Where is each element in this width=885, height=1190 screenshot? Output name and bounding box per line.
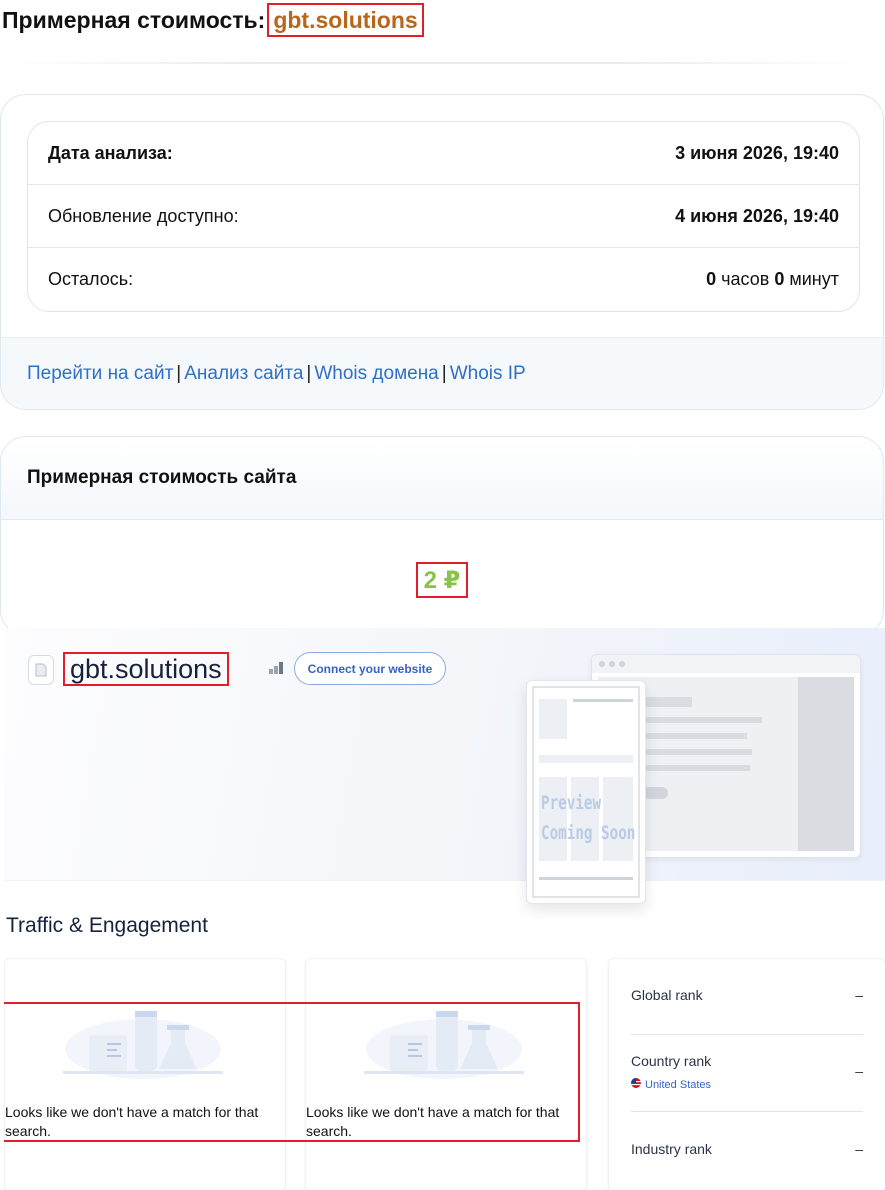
header-divider [0, 62, 870, 64]
analysis-table: Дата анализа: 3 июня 2026, 19:40 Обновле… [27, 121, 860, 312]
country-rank-row: Country rank – [631, 1053, 863, 1079]
country-selector[interactable]: United States [631, 1078, 711, 1091]
global-rank-row: Global rank – [631, 987, 863, 1003]
country-rank-value: – [855, 1063, 863, 1079]
us-flag-icon [631, 1078, 641, 1091]
remaining-minutes: 0 [774, 269, 785, 289]
industry-rank-label: Industry rank [631, 1141, 712, 1157]
whois-ip-link[interactable]: Whois IP [450, 363, 526, 384]
embed-site-name: gbt.solutions [63, 652, 229, 686]
remaining-label: Осталось: [48, 269, 134, 289]
industry-rank-row: Industry rank – [631, 1141, 863, 1157]
remaining-hours-unit: часов [721, 269, 770, 289]
rank-divider [631, 1034, 863, 1035]
country-rank-label: Country rank [631, 1053, 712, 1069]
estimate-card: Примерная стоимость сайта 2 ₽ [0, 436, 884, 636]
site-links: Перейти на сайт | Анализ сайта | Whois домен… [27, 363, 526, 385]
remaining-hours: 0 [706, 269, 717, 289]
country-name: United States [645, 1078, 712, 1091]
connect-website-button[interactable]: Connect your website [294, 652, 446, 685]
analysis-card: Дата анализа: 3 июня 2026, 19:40 Обновле… [0, 94, 884, 410]
global-rank-value: – [855, 987, 863, 1003]
estimate-value: 2 ₽ [416, 562, 468, 598]
preview-coming-soon: Preview Coming Soon [541, 788, 635, 848]
whois-domain-link[interactable]: Whois домена [314, 363, 438, 384]
analysis-date-value: 3 июня 2026, 19:40 [675, 142, 839, 163]
preview-line-1: Preview [541, 792, 602, 814]
document-icon [28, 655, 54, 685]
update-available-label: Обновление доступно: [48, 205, 239, 226]
analysis-date-row: Дата анализа: 3 июня 2026, 19:40 [28, 122, 859, 185]
rank-divider [631, 1111, 863, 1112]
preview-line-2: Coming Soon [541, 822, 636, 844]
remaining-minutes-unit: минут [789, 269, 839, 289]
rank-panel: Global rank – Country rank – United Stat… [608, 958, 885, 1190]
page-title-prefix: Примерная стоимость: [2, 6, 266, 33]
signal-bars-icon [268, 660, 286, 679]
page-title-domain: gbt.solutions [267, 3, 424, 37]
highlight-frame [4, 1002, 580, 1142]
analysis-date-label: Дата анализа: [48, 142, 173, 163]
page-title: Примерная стоимость: gbt.solutions [2, 2, 424, 38]
remaining-row: Осталось: 0 часов 0 минут [28, 248, 859, 311]
traffic-engagement-title: Traffic & Engagement [6, 914, 208, 937]
update-available-value: 4 июня 2026, 19:40 [675, 205, 839, 226]
global-rank-label: Global rank [631, 987, 703, 1003]
link-separator: | [176, 363, 182, 384]
estimate-heading: Примерная стоимость сайта [1, 437, 883, 520]
remaining-value: 0 часов 0 минут [706, 269, 839, 290]
link-separator: | [441, 363, 447, 384]
link-separator: | [306, 363, 312, 384]
analytics-embed: gbt.solutions Connect your website Previ… [4, 628, 885, 1190]
update-available-row: Обновление доступно: 4 июня 2026, 19:40 [28, 185, 859, 248]
industry-rank-value: – [855, 1141, 863, 1157]
visit-site-link[interactable]: Перейти на сайт [27, 363, 173, 384]
analyze-site-link[interactable]: Анализ сайта [184, 363, 303, 384]
